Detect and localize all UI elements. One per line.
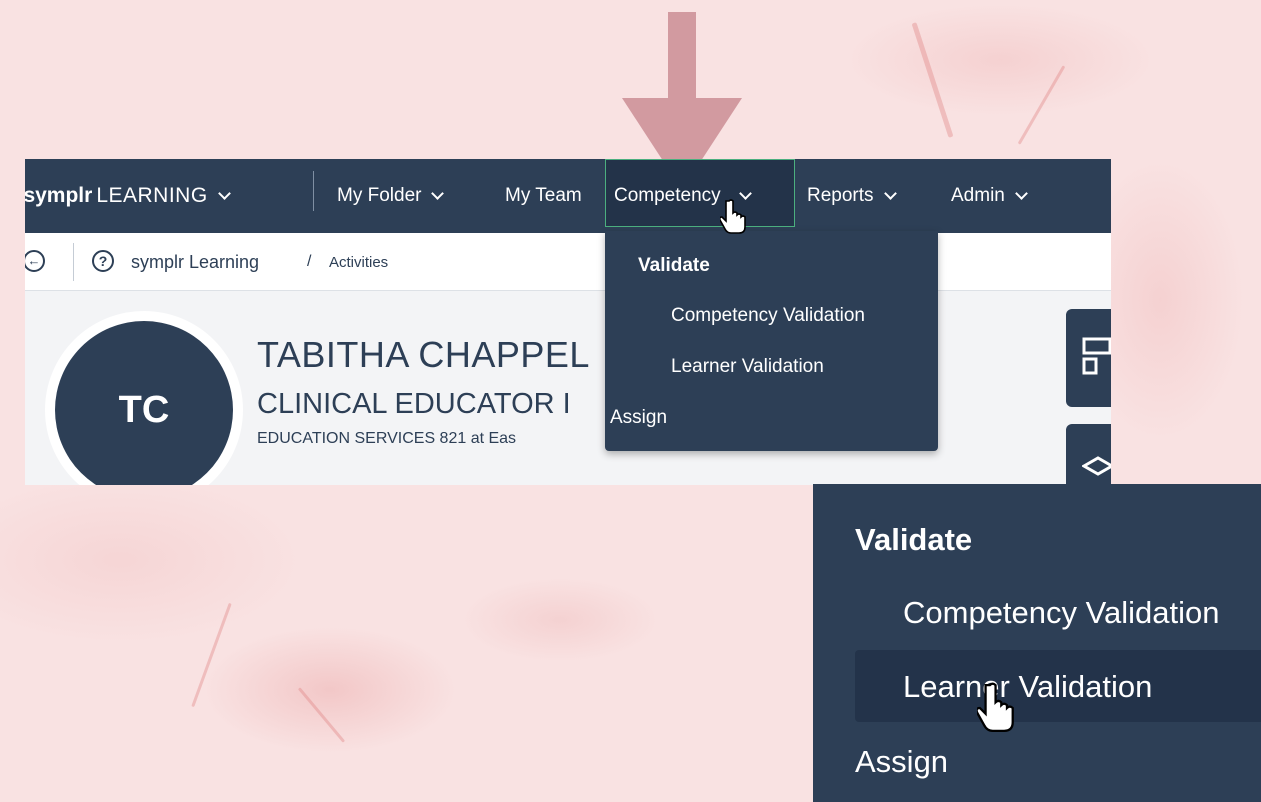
- breadcrumb-separator: /: [307, 253, 312, 270]
- nav-label: Competency: [614, 185, 721, 206]
- hand-pointer-icon: [720, 199, 746, 234]
- avatar: TC: [55, 321, 233, 485]
- breadcrumb: ← ? symplr Learning / Activities: [25, 233, 1111, 291]
- nav-admin[interactable]: Admin: [951, 159, 1028, 233]
- chevron-down-icon: [217, 187, 231, 200]
- brand-name: symplr: [25, 184, 93, 207]
- brand-menu[interactable]: ⁚ symplr LEARNING: [25, 159, 231, 233]
- app-screenshot: ⁚ symplr LEARNING My Folder My Team Comp…: [25, 159, 1111, 485]
- menu-section-validate: Validate: [638, 255, 710, 276]
- chevron-down-icon: [1014, 187, 1028, 200]
- nav-label: Admin: [951, 185, 1005, 206]
- paper-fiber: [911, 22, 954, 138]
- menu-item-competency-validation[interactable]: Competency Validation: [903, 595, 1220, 631]
- competency-dropdown: Validate Competency Validation Learner V…: [605, 231, 938, 451]
- nav-label: Reports: [807, 185, 874, 206]
- zoomed-dropdown-inset: Validate Competency Validation Learner V…: [813, 484, 1261, 802]
- menu-section-validate: Validate: [855, 522, 973, 557]
- profile-name: TABITHA CHAPPEL: [257, 334, 590, 375]
- back-circle-icon[interactable]: ←: [25, 250, 45, 272]
- courses-button[interactable]: [1066, 424, 1111, 485]
- paper-fiber: [297, 687, 346, 743]
- paper-fiber: [191, 602, 232, 708]
- menu-section-assign[interactable]: Assign: [610, 407, 667, 429]
- chevron-down-icon: [738, 187, 752, 200]
- chevron-down-icon: [431, 187, 445, 200]
- nav-divider: [313, 171, 314, 211]
- menu-item-learner-validation[interactable]: Learner Validation: [671, 356, 824, 378]
- profile-title: CLINICAL EDUCATOR I: [257, 388, 571, 420]
- nav-reports[interactable]: Reports: [807, 159, 897, 233]
- grid-icon: [1082, 337, 1111, 375]
- brand-product: LEARNING: [96, 184, 208, 207]
- nav-my-folder[interactable]: My Folder: [337, 159, 445, 233]
- menu-item-competency-validation[interactable]: Competency Validation: [671, 305, 865, 327]
- avatar-initials: TC: [118, 388, 170, 431]
- breadcrumb-root-link[interactable]: symplr Learning: [131, 252, 259, 273]
- breadcrumb-current: Activities: [329, 254, 389, 271]
- top-navbar: ⁚ symplr LEARNING My Folder My Team Comp…: [25, 159, 1111, 233]
- menu-item-learner-validation[interactable]: Learner Validation: [903, 669, 1152, 705]
- paper-fiber: [1017, 65, 1066, 145]
- grid-view-button[interactable]: [1066, 309, 1111, 407]
- nav-my-team[interactable]: My Team: [505, 159, 582, 233]
- breadcrumb-divider: [73, 243, 74, 281]
- chevron-down-icon: [883, 187, 897, 200]
- profile-department: EDUCATION SERVICES 821 at Eas: [257, 430, 517, 447]
- hand-pointer-icon: [977, 682, 1014, 732]
- menu-section-assign[interactable]: Assign: [855, 744, 948, 780]
- help-circle-icon[interactable]: ?: [92, 250, 114, 272]
- nav-label: My Folder: [337, 185, 422, 206]
- nav-label: My Team: [505, 185, 582, 206]
- graduation-cap-icon: [1082, 456, 1111, 476]
